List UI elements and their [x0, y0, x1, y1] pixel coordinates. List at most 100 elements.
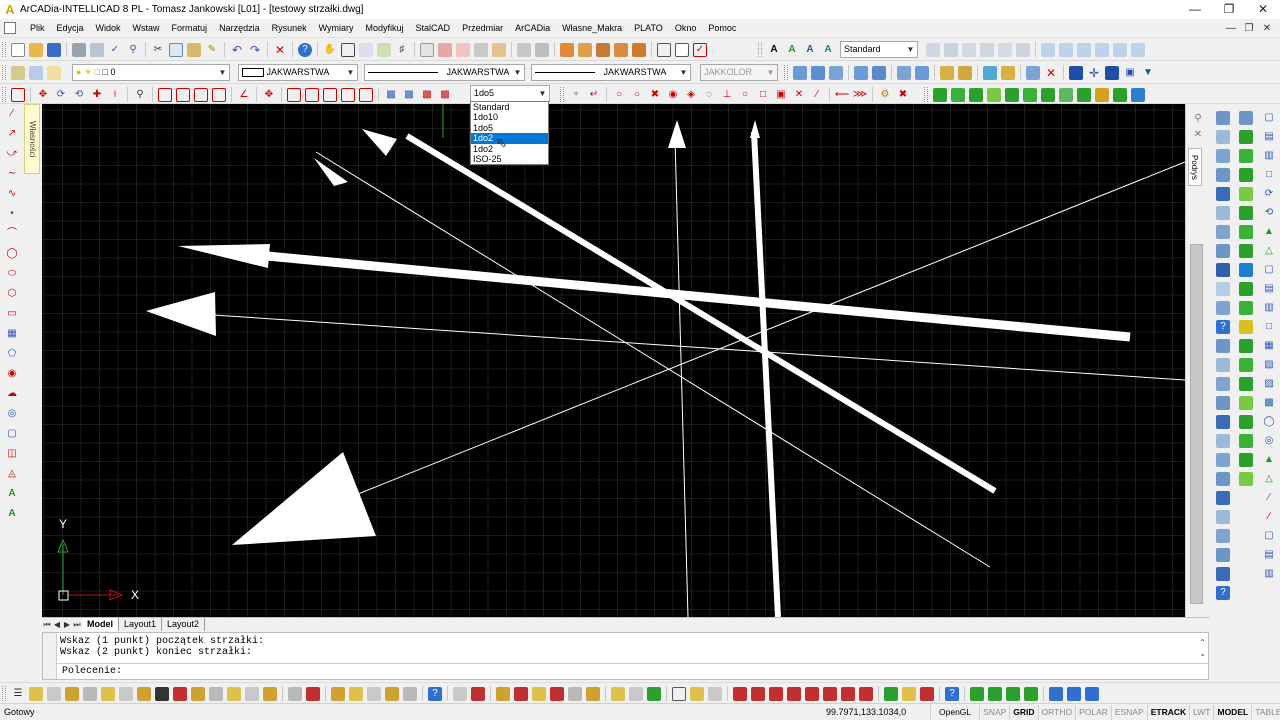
- rt1-tool-5-icon[interactable]: [1216, 186, 1230, 201]
- arcadia-tool-7-icon[interactable]: [915, 65, 929, 80]
- scrollbar-thumb[interactable]: [1190, 244, 1203, 604]
- rt2-tool-18-icon[interactable]: [1239, 433, 1253, 448]
- layer-state-icon[interactable]: [492, 42, 506, 57]
- bt-tool-5-icon[interactable]: [101, 686, 115, 701]
- new-file-icon[interactable]: [11, 42, 25, 57]
- pin-icon[interactable]: ⚲: [1191, 112, 1205, 126]
- bt-tool-19-icon[interactable]: [367, 686, 381, 701]
- viewport-icon[interactable]: [1041, 42, 1055, 57]
- rt2-tool-4-icon[interactable]: [1239, 167, 1253, 182]
- rt2-tool-12-icon[interactable]: [1239, 319, 1253, 334]
- menu-modyfikuj[interactable]: Modyfikuj: [360, 19, 410, 38]
- drawing-svg[interactable]: XY: [42, 104, 1185, 617]
- boundary-icon[interactable]: ⬠: [5, 347, 19, 361]
- ray-icon[interactable]: ↗: [5, 127, 19, 141]
- rt3-tool-23-icon[interactable]: ▢: [1262, 529, 1276, 543]
- bt-tool-34-icon[interactable]: [690, 686, 704, 701]
- arcadia-tool-8-icon[interactable]: [940, 65, 954, 80]
- rt2-tool-14-icon[interactable]: [1239, 357, 1253, 372]
- menu-plato[interactable]: PLATO: [628, 19, 669, 38]
- rt3-tool-13-icon[interactable]: ▦: [1262, 339, 1276, 353]
- bt-help-icon[interactable]: ?: [428, 686, 442, 701]
- menu-wlasne-makra[interactable]: Własne_Makra: [556, 19, 628, 38]
- brush-icon[interactable]: [596, 42, 610, 57]
- bt-tool-21-icon[interactable]: [403, 686, 417, 701]
- rt1-tool-15-icon[interactable]: [1216, 395, 1230, 410]
- renderer-label[interactable]: OpenGL: [930, 705, 979, 720]
- rt3-tool-19-icon[interactable]: ▲: [1262, 453, 1276, 467]
- point-icon[interactable]: •: [5, 207, 19, 221]
- dim-aligned-icon[interactable]: [176, 87, 190, 102]
- stalcad-1-icon[interactable]: [933, 87, 947, 102]
- rt3-tool-25-icon[interactable]: ▥: [1262, 567, 1276, 581]
- donut-icon[interactable]: ◎: [5, 407, 19, 421]
- tab-last-icon[interactable]: ⏭: [72, 620, 82, 630]
- layer-lock-icon[interactable]: [474, 42, 488, 57]
- rt3-tool-12-icon[interactable]: □: [1262, 320, 1276, 334]
- rt3-tool-5-icon[interactable]: ⟳: [1262, 187, 1276, 201]
- tab-first-icon[interactable]: ⏮: [42, 620, 52, 630]
- fillet-icon[interactable]: ⫮: [108, 88, 122, 102]
- rt1-tool-10-icon[interactable]: [1216, 281, 1230, 296]
- linetype-select[interactable]: JAKWARSTWA ▼: [364, 64, 525, 81]
- paste-icon[interactable]: [187, 42, 201, 57]
- dim-angular-icon[interactable]: ∠: [237, 88, 251, 102]
- command-scroll[interactable]: ⌃ ⌄: [1199, 637, 1206, 659]
- dim-linear-icon[interactable]: [158, 87, 172, 102]
- rt2-tool-13-icon[interactable]: [1239, 338, 1253, 353]
- spline-icon[interactable]: ∼: [5, 167, 19, 181]
- rt2-tool-3-icon[interactable]: [1239, 148, 1253, 163]
- freehand-icon[interactable]: ∿: [5, 187, 19, 201]
- rt3-tool-16-icon[interactable]: ▩: [1262, 396, 1276, 410]
- dim-style-option-highlighted[interactable]: 1do2: [471, 133, 548, 144]
- from-icon[interactable]: ↵: [587, 88, 601, 102]
- arcadia-tool-4-icon[interactable]: [854, 65, 868, 80]
- tab-model[interactable]: Model: [82, 618, 119, 631]
- stalcad-9-icon[interactable]: [1077, 87, 1091, 102]
- dim-update-icon[interactable]: ▩: [402, 88, 416, 102]
- bt-tool-48-icon[interactable]: [988, 686, 1002, 701]
- spell-check-icon[interactable]: ✓: [108, 43, 122, 57]
- arcadia-tool-2-icon[interactable]: [811, 65, 825, 80]
- pencil-icon[interactable]: [578, 42, 592, 57]
- snap-center-icon[interactable]: ◉: [666, 88, 680, 102]
- bt-tool-37-icon[interactable]: [751, 686, 765, 701]
- layer-freeze-icon[interactable]: [456, 42, 470, 57]
- menu-stalcad[interactable]: StalCAD: [410, 19, 457, 38]
- bt-tool-18-icon[interactable]: [349, 686, 363, 701]
- snap-intersection-icon[interactable]: ✖: [648, 88, 662, 102]
- bt-tool-20-icon[interactable]: [385, 686, 399, 701]
- arcadia-tool-16-icon[interactable]: ▣: [1123, 66, 1137, 80]
- rt2-tool-8-icon[interactable]: [1239, 243, 1253, 258]
- offset-icon[interactable]: [944, 42, 958, 57]
- stalcad-3-icon[interactable]: [969, 87, 983, 102]
- rt1-tool-24-icon[interactable]: [1216, 566, 1230, 581]
- stretch-icon[interactable]: [980, 42, 994, 57]
- rt2-tool-6-icon[interactable]: [1239, 205, 1253, 220]
- rt3-tool-1-icon[interactable]: ▢: [1262, 111, 1276, 125]
- menu-wymiary[interactable]: Wymiary: [313, 19, 360, 38]
- revision-cloud-icon[interactable]: ☁: [5, 387, 19, 401]
- delete-icon[interactable]: ✕: [273, 43, 287, 57]
- arcadia-tool-13-icon[interactable]: [1069, 65, 1083, 80]
- stalcad-7-icon[interactable]: [1041, 87, 1055, 102]
- arcadia-tool-9-icon[interactable]: [958, 65, 972, 80]
- bt-tool-28-icon[interactable]: [568, 686, 582, 701]
- color-select[interactable]: JAKWARSTWA ▼: [238, 64, 358, 81]
- maximize-button[interactable]: ❐: [1212, 0, 1246, 19]
- layer-off-icon[interactable]: [438, 42, 452, 57]
- rt3-tool-7-icon[interactable]: ▲: [1262, 225, 1276, 239]
- dim-style-option[interactable]: ISO-25: [471, 154, 548, 164]
- bt-tool-4-icon[interactable]: [83, 686, 97, 701]
- stalcad-8-icon[interactable]: [1059, 87, 1073, 102]
- dim-style-dropdown-list[interactable]: Standard 1do10 1do5 1do2 1do2 ISO-25: [470, 101, 549, 165]
- rt1-tool-18-icon[interactable]: [1216, 452, 1230, 467]
- rectangle-icon[interactable]: [11, 87, 25, 102]
- stalcad-11-icon[interactable]: [1113, 87, 1127, 102]
- stalcad-2-icon[interactable]: [951, 87, 965, 102]
- move-icon[interactable]: ✥: [36, 88, 50, 102]
- arcadia-tool-3-icon[interactable]: [829, 65, 843, 80]
- arc-icon[interactable]: ⌒: [5, 227, 19, 241]
- bt-tool-26-icon[interactable]: [532, 686, 546, 701]
- tracking-icon[interactable]: +: [569, 88, 583, 102]
